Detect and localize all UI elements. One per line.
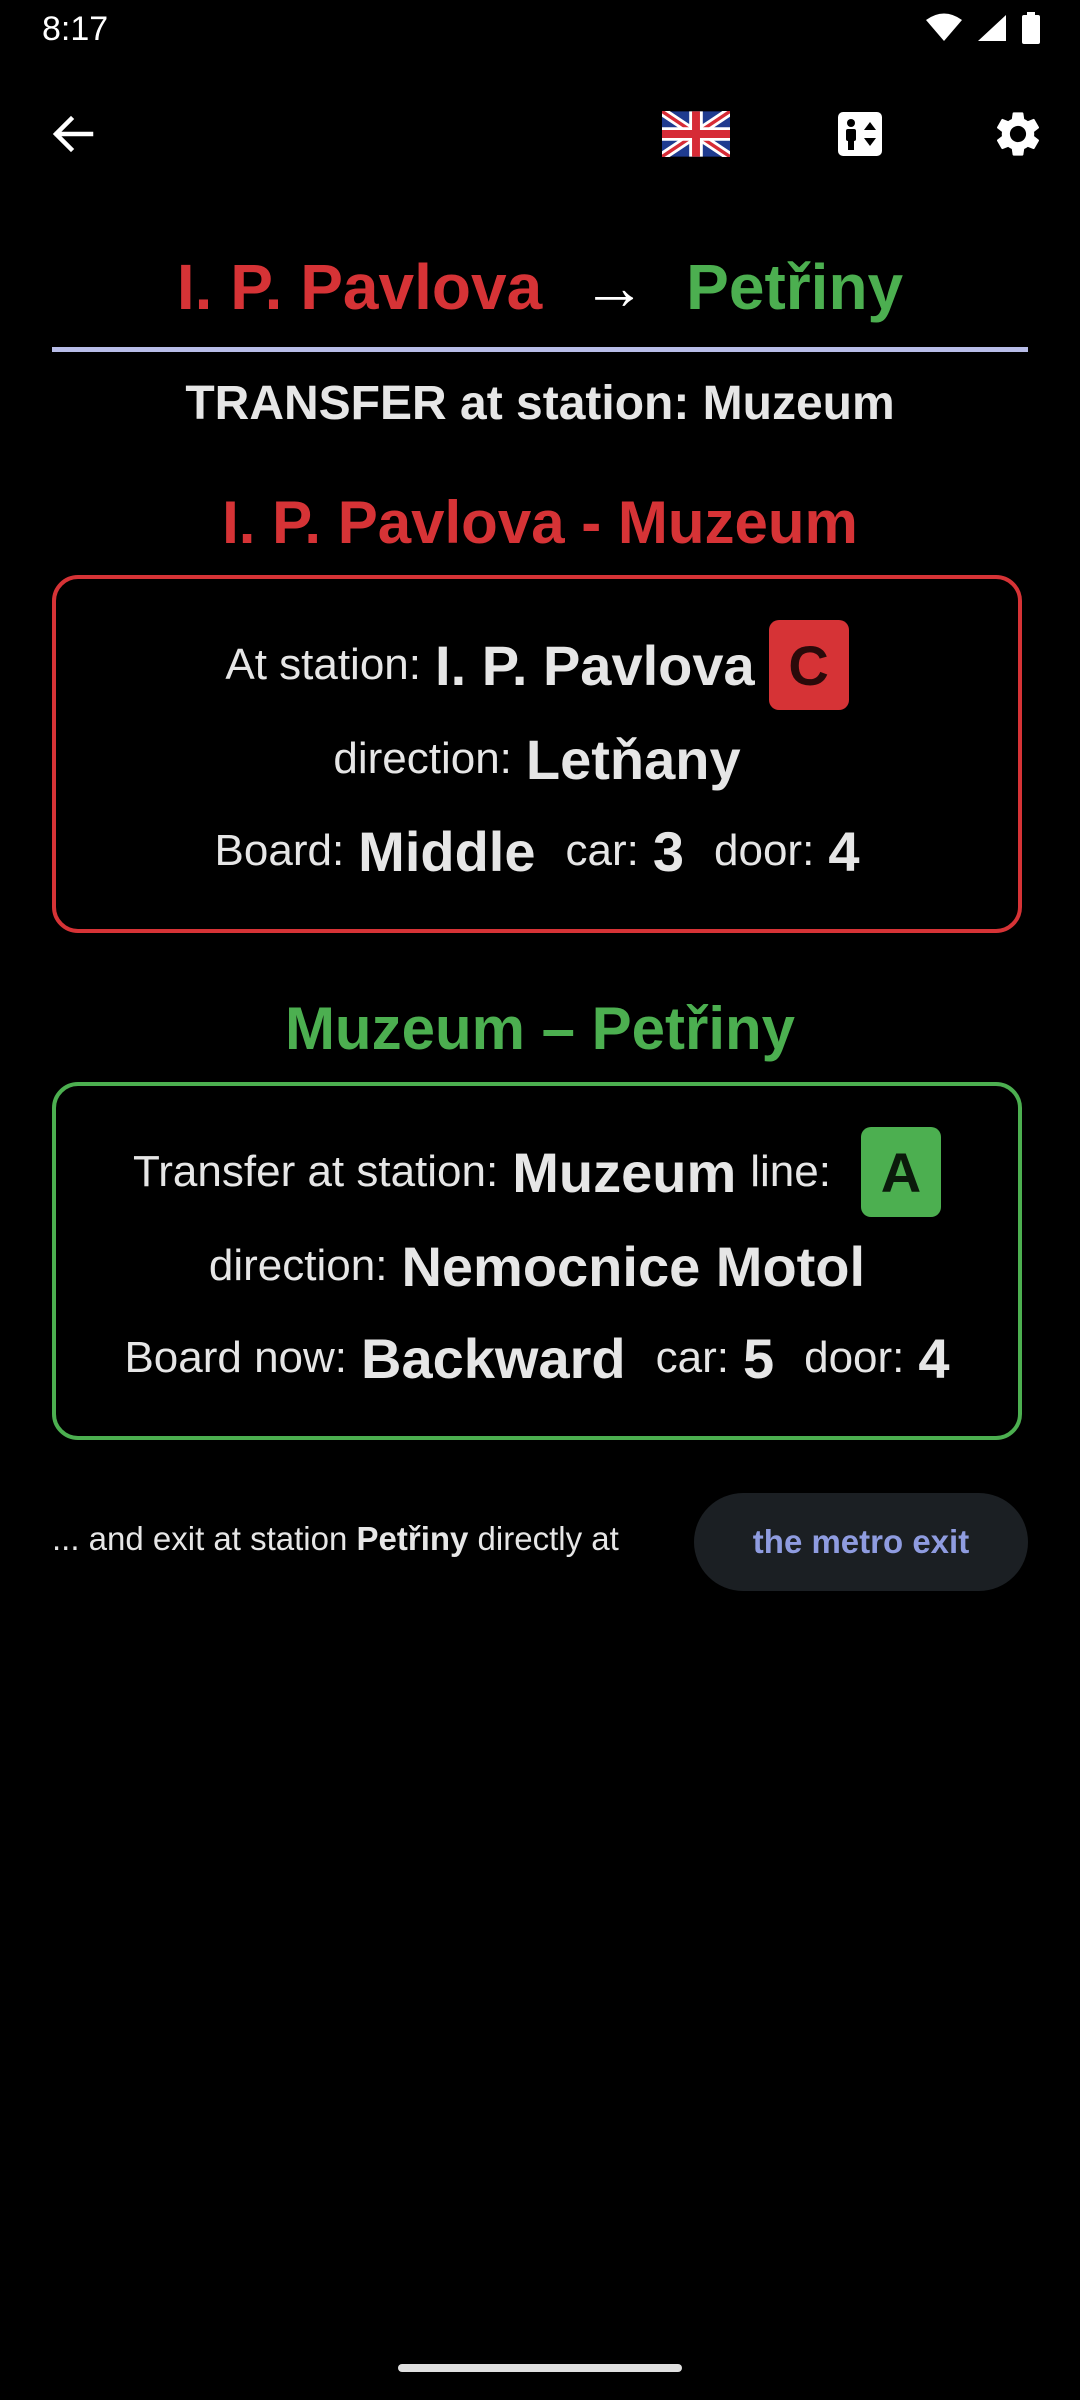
leg1-station: I. P. Pavlova: [435, 633, 755, 697]
leg1-board-row: Board: Middle car: 3 door: 4: [56, 811, 1018, 891]
leg1-direction-row: direction: Letňany: [56, 719, 1018, 799]
leg1-direction: Letňany: [525, 727, 741, 791]
leg1-car-label: car:: [565, 826, 639, 875]
leg2-direction: Nemocnice Motol: [401, 1234, 866, 1298]
route-arrow: →: [582, 251, 647, 323]
language-button[interactable]: [656, 96, 736, 176]
app-bar: [0, 96, 1080, 176]
gear-icon: [991, 107, 1045, 166]
line-a-badge: A: [860, 1127, 941, 1217]
wifi-icon: [926, 13, 962, 48]
leg2-board-row: Board now: Backward car: 5 door: 4: [56, 1318, 1018, 1398]
leg2-title: Muzeum – Petřiny: [284, 995, 796, 1062]
exit-prefix: ... and exit at station: [52, 1520, 357, 1557]
metro-exit-button[interactable]: the metro exit: [694, 1493, 1028, 1591]
route-from: I. P. Pavlova: [176, 251, 543, 323]
status-time: 8:17: [42, 10, 109, 48]
leg2-car-label: car:: [655, 1333, 729, 1382]
leg2-direction-row: direction: Nemocnice Motol: [56, 1226, 1018, 1306]
exit-instructions: ... and exit at station Petřiny directly…: [52, 1520, 619, 1558]
status-icons: [926, 12, 1040, 49]
signal-icon: [976, 13, 1008, 48]
back-arrow-icon: [51, 112, 95, 161]
exit-station: Petřiny: [356, 1520, 469, 1557]
leg2-card: Transfer at station: Muzeum line: A dire…: [52, 1082, 1022, 1440]
leg1-door: 4: [828, 819, 860, 883]
leg1-card: At station: I. P. Pavlova C direction: L…: [52, 575, 1022, 933]
leg1-door-label: door:: [714, 826, 815, 875]
leg2-direction-label: direction:: [208, 1241, 388, 1290]
leg2-line-label: line:: [750, 1147, 831, 1196]
leg1-board-label: Board:: [214, 826, 345, 875]
route-divider: [52, 347, 1028, 352]
home-indicator[interactable]: [398, 2364, 682, 2372]
leg1-title: I. P. Pavlova - Muzeum: [222, 489, 858, 556]
battery-icon: [1022, 12, 1040, 49]
leg1-station-label: At station:: [225, 640, 422, 689]
elevator-button[interactable]: [820, 96, 900, 176]
route-title: I. P. Pavlova → Petřiny: [0, 250, 1080, 324]
leg2-station-row: Transfer at station: Muzeum line: A: [56, 1124, 1018, 1220]
settings-button[interactable]: [978, 96, 1058, 176]
leg1-car: 3: [652, 819, 685, 883]
leg1-board: Middle: [358, 819, 536, 883]
uk-flag-icon: [659, 107, 733, 162]
exit-suffix: directly at: [468, 1520, 619, 1557]
elevator-icon: [836, 110, 884, 163]
leg2-board: Backward: [361, 1326, 626, 1390]
transfer-heading: TRANSFER at station: Muzeum: [185, 377, 895, 430]
leg2-door-label: door:: [804, 1333, 905, 1382]
leg2-door: 4: [918, 1326, 950, 1390]
leg2-station-label: Transfer at station:: [133, 1147, 499, 1196]
line-c-badge: C: [768, 620, 849, 710]
leg2-board-label: Board now:: [124, 1333, 348, 1382]
route-to: Petřiny: [686, 251, 904, 323]
back-button[interactable]: [33, 96, 113, 176]
leg2-car: 5: [742, 1326, 775, 1390]
leg1-station-row: At station: I. P. Pavlova C: [56, 617, 1018, 713]
leg1-direction-label: direction:: [333, 734, 512, 783]
status-bar: 8:17: [0, 0, 1080, 60]
leg2-station: Muzeum: [512, 1140, 737, 1204]
